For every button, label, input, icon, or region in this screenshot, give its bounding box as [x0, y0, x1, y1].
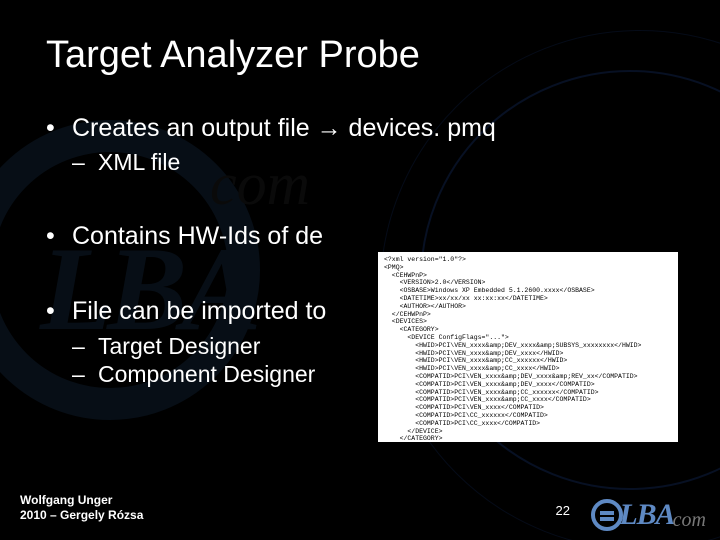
slide-title: Target Analyzer Probe — [46, 34, 674, 77]
xml-snippet-text: <?xml version="1.0"?> <PMQ> <CEHWPnP> <V… — [384, 256, 672, 442]
bullet-text: Creates an output file → devices. pmq — [72, 114, 496, 142]
xml-snippet-image: <?xml version="1.0"?> <PMQ> <CEHWPnP> <V… — [378, 252, 678, 442]
footer-logo: LBA com — [591, 498, 706, 532]
bullet-text: File can be imported to — [72, 297, 326, 325]
sub-list: XML file — [72, 148, 674, 177]
footer-line1: Wolfgang Unger — [20, 493, 143, 509]
footer-credits: Wolfgang Unger 2010 – Gergely Rózsa — [20, 493, 143, 524]
sub-item: XML file — [72, 148, 674, 177]
page-number: 22 — [556, 503, 570, 518]
bullet-text: Contains HW-Ids of de — [72, 222, 323, 250]
logo-text-lba: LBA — [619, 498, 674, 532]
logo-text-com: com — [673, 509, 706, 532]
bullet-item: Creates an output file → devices. pmq XM… — [46, 113, 674, 177]
footer-line2: 2010 – Gergely Rózsa — [20, 508, 143, 524]
bullet-item: Contains HW-Ids of de — [46, 221, 674, 252]
